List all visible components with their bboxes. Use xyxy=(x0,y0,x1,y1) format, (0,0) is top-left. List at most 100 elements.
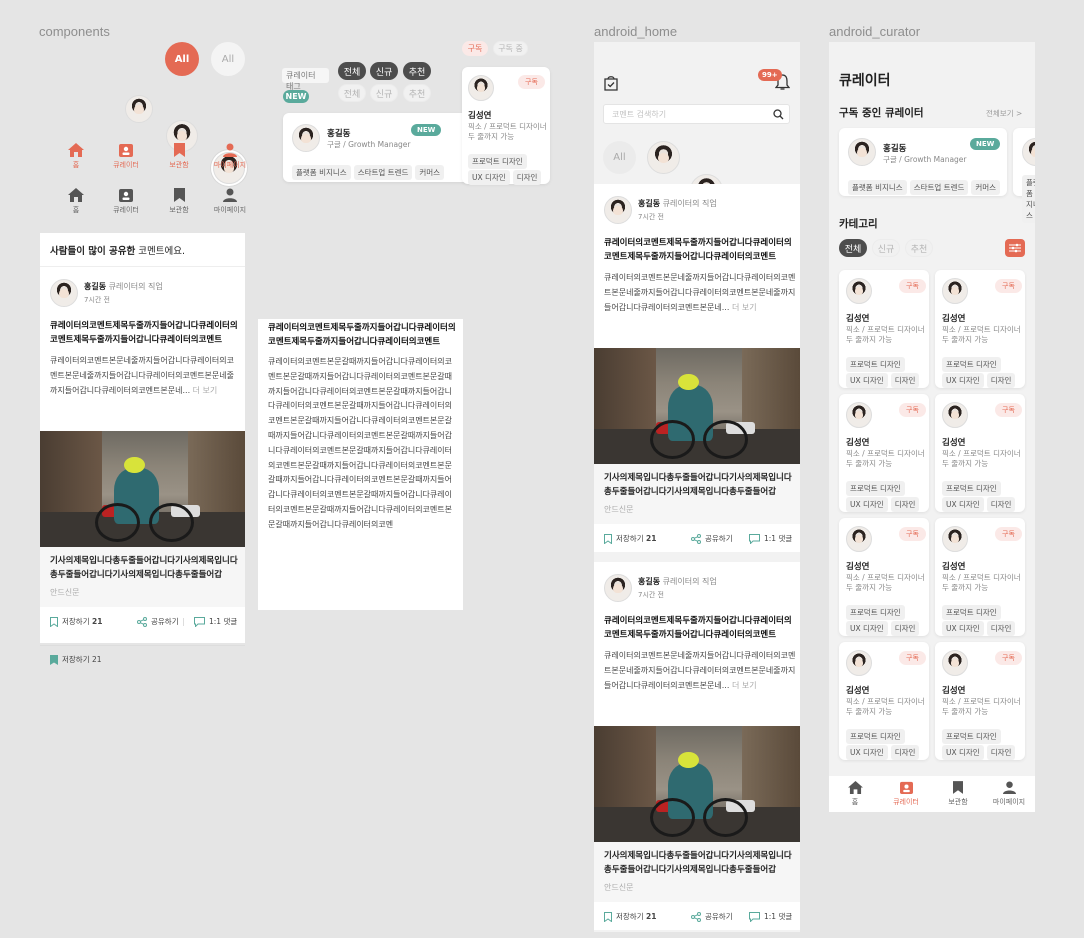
all-button-inactive[interactable]: All xyxy=(211,42,245,76)
tag: UX 디자인 xyxy=(942,621,984,636)
tag: 플랫폼 비지니스 xyxy=(292,165,351,180)
subscribe-chip[interactable]: 구독 xyxy=(462,41,488,56)
subscribe-badge[interactable]: 구독 xyxy=(995,527,1022,541)
subscribe-badge[interactable]: 구독 xyxy=(518,75,545,89)
curator-name: 김성연 xyxy=(942,314,966,324)
subscribe-badge[interactable]: 구독 xyxy=(995,279,1022,293)
divider xyxy=(40,266,245,267)
tab-new[interactable]: 신규 xyxy=(872,239,900,257)
save-action[interactable]: 저장하기 21 xyxy=(604,533,656,544)
nav-curator[interactable]: 큐레이터 xyxy=(110,188,142,215)
share-action[interactable]: 공유하기 xyxy=(137,616,179,627)
curator-tags-2: UX 디자인 디자인 xyxy=(846,492,922,512)
subscribe-badge[interactable]: 구독 xyxy=(995,403,1022,417)
filter-recommend-active[interactable]: 추천 xyxy=(403,62,431,80)
nav-home-active[interactable]: 홈 xyxy=(62,143,90,170)
avatar xyxy=(846,526,872,552)
reply-action[interactable]: 1:1 댓글 xyxy=(194,616,237,627)
curator-card[interactable]: 구독 김성연 픽소 / 프로덕트 디자이너 두 줄까지 가능 프로덕트 디자인 UX 디… xyxy=(839,394,929,512)
curator-name: 김성연 xyxy=(846,562,870,572)
article-caption-box[interactable]: 기사의제목입니다총두줄들어갑니다기사의제목입니다총두줄들어갑니다기사의제목입니다… xyxy=(40,547,245,607)
curator-role: 픽소 / 프로덕트 디자이너 두 줄까지 가능 xyxy=(942,697,1021,716)
new-badge: NEW xyxy=(283,90,309,103)
article-caption-box[interactable]: 기사의제목입니다총두줄들어갑니다기사의제목입니다총두줄들어갑니다기사의제목입니다… xyxy=(594,842,800,902)
filter-new[interactable]: 신규 xyxy=(370,84,398,102)
post-body: 큐레이터의코멘트본문네줄까지들어갑니다큐레이터의코멘트본문네줄까지들어갑니다큐레… xyxy=(50,356,234,395)
subscribed-curator-card-partial[interactable]: 플랫폼 비지니스 xyxy=(1013,128,1035,223)
all-avatar-chip[interactable]: All xyxy=(603,141,636,174)
reply-action[interactable]: 1:1 댓글 xyxy=(749,911,792,922)
share-icon xyxy=(691,533,701,544)
more-link[interactable]: 더 보기 xyxy=(732,681,757,690)
subscribed-chip[interactable]: 구독 중 xyxy=(493,41,528,56)
tag: 디자인 xyxy=(890,373,920,388)
subscribed-heading: 구독 중인 큐레이터 xyxy=(839,107,924,119)
post-time: 7시간 전 xyxy=(638,213,664,221)
profile-tags: 플랫폼 비지니스 스타트업 트렌드 커머스 xyxy=(848,175,1003,195)
person-icon xyxy=(223,143,237,157)
curator-card[interactable]: 구독 김성연 픽소 / 프로덕트 디자이너 두 줄까지 가능 프로덕트 디자인 … xyxy=(462,67,550,185)
subscribed-curator-card[interactable]: 홍길동 구글 / Growth Manager NEW 플랫폼 비지니스 스타트업… xyxy=(839,128,1007,196)
avatar[interactable] xyxy=(647,141,680,174)
article-image[interactable] xyxy=(594,726,800,842)
profile-card[interactable]: 홍길동 구글 / Growth Manager NEW 플랫폼 비지니스 스타트업… xyxy=(283,113,476,182)
save-action[interactable]: 저장하기 21 xyxy=(50,616,102,627)
nav-bookmark[interactable]: 보관함 xyxy=(165,188,193,215)
subscribe-badge[interactable]: 구독 xyxy=(899,279,926,293)
share-action[interactable]: 공유하기 xyxy=(691,533,733,544)
article-caption-box[interactable]: 기사의제목입니다총두줄들어갑니다기사의제목입니다총두줄들어갑니다기사의제목입니다… xyxy=(594,464,800,524)
filter-all[interactable]: 전체 xyxy=(338,84,366,102)
article-image[interactable] xyxy=(594,348,800,464)
profile-role: 구글 / Growth Manager xyxy=(327,140,411,149)
filter-button[interactable] xyxy=(1005,239,1025,257)
article-image[interactable] xyxy=(40,431,245,547)
tag: UX 디자인 xyxy=(468,170,510,185)
nav-mypage[interactable]: 마이페이지 xyxy=(991,781,1027,807)
shared-post-card[interactable]: 사람들이 많이 공유한 코멘트에요. 홍길동 큐레이터의 직업 7시간 전 큐레… xyxy=(40,233,245,643)
filter-new-active[interactable]: 신규 xyxy=(370,62,398,80)
tab-recommend[interactable]: 추천 xyxy=(905,239,933,257)
bag-check-icon[interactable] xyxy=(603,75,619,91)
curator-card[interactable]: 구독 김성연 픽소 / 프로덕트 디자이너 두 줄까지 가능 프로덕트 디자인 UX 디… xyxy=(839,642,929,760)
share-action[interactable]: 공유하기 xyxy=(691,911,733,922)
nav-curator-active[interactable]: 큐레이터 xyxy=(890,781,922,807)
tab-all[interactable]: 전체 xyxy=(839,239,867,257)
subscribe-badge[interactable]: 구독 xyxy=(995,651,1022,665)
new-badge: NEW xyxy=(411,124,442,136)
nav-home[interactable]: 홈 xyxy=(841,781,869,807)
subscribe-badge[interactable]: 구독 xyxy=(899,651,926,665)
mini-save-action[interactable]: 저장하기 21 xyxy=(50,654,102,665)
more-link[interactable]: 더 보기 xyxy=(193,386,218,395)
nav-bookmark[interactable]: 보관함 xyxy=(944,781,972,807)
reply-action[interactable]: 1:1 댓글 xyxy=(749,533,792,544)
nav-mypage-active[interactable]: 마이페이지 xyxy=(212,143,248,170)
curator-name: 김성연 xyxy=(942,438,966,448)
filter-all-active[interactable]: 전체 xyxy=(338,62,366,80)
search-icon[interactable] xyxy=(773,109,784,120)
avatar xyxy=(604,574,632,602)
feed-post[interactable]: 홍길동 큐레이터의 직업 7시간 전 큐레이터의코멘트제목두줄까지들어갑니다큐레… xyxy=(594,562,800,902)
curator-icon xyxy=(119,189,133,202)
person-icon xyxy=(223,188,237,202)
save-action[interactable]: 저장하기 21 xyxy=(604,911,656,922)
curator-card[interactable]: 구독 김성연 픽소 / 프로덕트 디자이너 두 줄까지 가능 프로덕트 디자인 UX 디… xyxy=(935,642,1025,760)
see-all-link[interactable]: 전체보기 > xyxy=(986,108,1022,119)
filter-recommend[interactable]: 추천 xyxy=(403,84,431,102)
curator-name: 김성연 xyxy=(942,562,966,572)
search-input[interactable]: 코멘트 검색하기 xyxy=(603,104,790,124)
nav-bookmark-active[interactable]: 보관함 xyxy=(165,143,193,170)
curator-card[interactable]: 구독 김성연 픽소 / 프로덕트 디자이너 두 줄까지 가능 프로덕트 디자인 UX 디… xyxy=(839,518,929,636)
curator-card[interactable]: 구독 김성연 픽소 / 프로덕트 디자이너 두 줄까지 가능 프로덕트 디자인 UX 디… xyxy=(839,270,929,388)
avatar-small[interactable] xyxy=(125,95,153,123)
subscribe-badge[interactable]: 구독 xyxy=(899,527,926,541)
subscribe-badge[interactable]: 구독 xyxy=(899,403,926,417)
more-link[interactable]: 더 보기 xyxy=(732,303,757,312)
curator-card[interactable]: 구독 김성연 픽소 / 프로덕트 디자이너 두 줄까지 가능 프로덕트 디자인 UX 디… xyxy=(935,394,1025,512)
nav-home[interactable]: 홈 xyxy=(62,188,90,215)
nav-mypage[interactable]: 마이페이지 xyxy=(212,188,248,215)
curator-card[interactable]: 구독 김성연 픽소 / 프로덕트 디자이너 두 줄까지 가능 프로덕트 디자인 UX 디… xyxy=(935,270,1025,388)
all-button-active[interactable]: All xyxy=(165,42,199,76)
curator-card[interactable]: 구독 김성연 픽소 / 프로덕트 디자이너 두 줄까지 가능 프로덕트 디자인 UX 디… xyxy=(935,518,1025,636)
nav-curator-active[interactable]: 큐레이터 xyxy=(110,143,142,170)
feed-post[interactable]: 홍길동 큐레이터의 직업 7시간 전 큐레이터의코멘트제목두줄까지들어갑니다큐레… xyxy=(594,184,800,524)
